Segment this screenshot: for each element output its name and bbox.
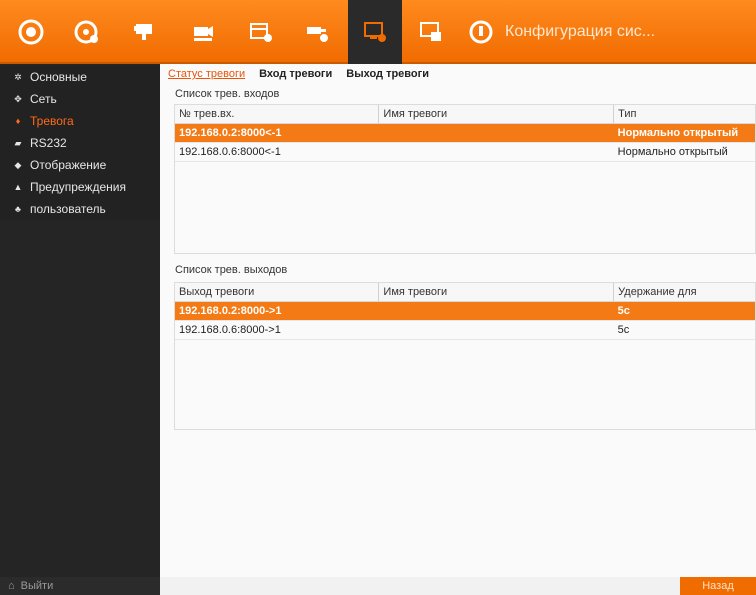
- sidebar: ✲ Основные ✥ Сеть ♦ Тревога ▰ RS232 ◆ От…: [0, 64, 168, 595]
- exit-button[interactable]: ⌂ Выйти: [0, 577, 168, 595]
- column-header: Имя тревоги: [378, 283, 613, 301]
- sidebar-item-label: Тревога: [30, 114, 74, 128]
- sidebar-item-alarm[interactable]: ♦ Тревога: [0, 110, 160, 132]
- inputs-title: Список трев. входов: [175, 88, 280, 100]
- sidebar-item-users[interactable]: ♣ пользователь: [0, 198, 160, 220]
- table-row[interactable]: 192.168.0.2:8000->1 5с: [175, 302, 755, 321]
- bottom-bar: [160, 577, 680, 595]
- sidebar-item-label: Основные: [30, 70, 87, 84]
- home-icon: ⌂: [8, 580, 15, 592]
- tab-alarm-output[interactable]: Выход тревоги: [346, 68, 429, 84]
- table-cell: 192.168.0.6:8000<-1: [179, 146, 281, 158]
- sidebar-item-label: пользователь: [30, 202, 106, 216]
- sidebar-item-label: Отображение: [30, 158, 107, 172]
- table-cell: 192.168.0.6:8000->1: [179, 324, 281, 336]
- table-header: № трев.вх. Имя тревоги Тип: [175, 105, 755, 124]
- column-header: Имя тревоги: [378, 105, 613, 123]
- network-icon: ✥: [14, 93, 22, 104]
- alarm-inputs-table: № трев.вх. Имя тревоги Тип 192.168.0.2:8…: [174, 104, 756, 254]
- network-icon[interactable]: [404, 0, 458, 64]
- column-header: Выход тревоги: [179, 286, 255, 298]
- display-icon: ◆: [14, 159, 22, 170]
- gear-icon: ✲: [14, 71, 22, 82]
- table-row[interactable]: 192.168.0.6:8000<-1 Нормально открытый: [175, 143, 755, 162]
- table-cell: 5с: [617, 324, 630, 336]
- warning-icon: ▲: [13, 182, 23, 192]
- table-cell: 192.168.0.2:8000->1: [179, 305, 282, 317]
- top-toolbar: Конфигурация сис...: [0, 0, 756, 64]
- exit-label: Выйти: [20, 580, 54, 592]
- table-cell: [379, 124, 614, 142]
- table-cell: 5с: [617, 305, 630, 317]
- sidebar-menu: ✲ Основные ✥ Сеть ♦ Тревога ▰ RS232 ◆ От…: [0, 66, 160, 220]
- alarm-outputs-table: Выход тревоги Имя тревоги Удержание для …: [174, 282, 756, 430]
- tab-bar: Статус тревоги Вход тревоги Выход тревог…: [168, 68, 443, 84]
- sidebar-item-warnings[interactable]: ▲ Предупреждения: [0, 176, 160, 198]
- table-row[interactable]: 192.168.0.2:8000<-1 Нормально открытый: [175, 124, 755, 143]
- sidebar-item-label: RS232: [30, 136, 67, 150]
- table-cell: 192.168.0.2:8000<-1: [179, 127, 282, 139]
- window-title: Конфигурация сис...: [505, 23, 656, 40]
- table-header: Выход тревоги Имя тревоги Удержание для: [175, 283, 755, 302]
- outputs-title: Список трев. выходов: [175, 264, 288, 276]
- sidebar-item-label: Сеть: [30, 92, 57, 106]
- sidebar-item-network[interactable]: ✥ Сеть: [0, 88, 160, 110]
- table-row[interactable]: 192.168.0.6:8000->1 5с: [175, 321, 755, 340]
- sidebar-item-display[interactable]: ◆ Отображение: [0, 154, 160, 176]
- system-config-icon[interactable]: [348, 0, 402, 64]
- table-cell: Нормально открытый: [617, 146, 728, 158]
- record-config-icon[interactable]: [176, 0, 230, 64]
- camera-icon[interactable]: [118, 0, 172, 64]
- hdd-icon[interactable]: [234, 0, 288, 64]
- serial-icon: ▰: [14, 137, 22, 148]
- table-cell: [379, 143, 614, 161]
- alarm-icon: ♦: [15, 116, 21, 126]
- tab-alarm-input[interactable]: Вход тревоги: [259, 68, 332, 84]
- remote-config-icon[interactable]: [60, 0, 114, 64]
- tab-alarm-status[interactable]: Статус тревоги: [168, 68, 245, 84]
- users-icon: ♣: [15, 204, 21, 214]
- main-panel: Статус тревоги Вход тревоги Выход тревог…: [160, 64, 756, 595]
- table-cell: [379, 302, 614, 320]
- sidebar-item-rs232[interactable]: ▰ RS232: [0, 132, 160, 154]
- table-cell: Нормально открытый: [617, 127, 739, 139]
- column-header: № трев.вх.: [179, 108, 235, 120]
- column-header: Тип: [613, 105, 755, 123]
- table-cell: [379, 321, 614, 339]
- column-header: Удержание для: [613, 283, 755, 301]
- back-button[interactable]: Назад: [680, 577, 756, 595]
- sidebar-item-label: Предупреждения: [30, 180, 126, 194]
- sidebar-item-general[interactable]: ✲ Основные: [0, 66, 160, 88]
- playback-icon[interactable]: [4, 0, 58, 64]
- alarm-config-icon[interactable]: [290, 0, 344, 64]
- shutdown-icon[interactable]: [454, 0, 508, 64]
- dvr-config-window: Конфигурация сис... ✲ Основные ✥ Сеть ♦ …: [0, 0, 756, 595]
